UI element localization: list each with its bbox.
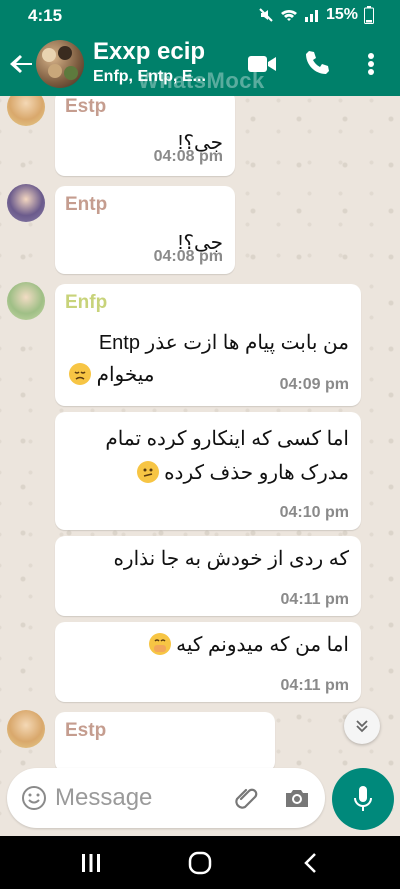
- message-text: اما کسی که اینکارو کرده تمام: [105, 428, 349, 450]
- back-nav-button[interactable]: [298, 850, 324, 876]
- camera-button[interactable]: [283, 784, 311, 812]
- status-time: 4:15: [28, 6, 63, 25]
- message-bubble[interactable]: Estp: [55, 712, 275, 772]
- system-nav-bar: [0, 836, 400, 889]
- message-text-2: میخوام: [96, 364, 155, 386]
- message-text-2: مدرک هارو حذف کرده: [164, 462, 349, 484]
- chat-title: Exxp ecip: [93, 38, 206, 65]
- message-text: اما من که میدونم کیه: [176, 634, 349, 656]
- video-call-icon: [248, 56, 276, 72]
- video-call-button[interactable]: [246, 48, 278, 80]
- disappointed-face-icon: [69, 363, 91, 385]
- chat-messages[interactable]: Estp جی؟! 04:08 pm Entp جی؟! 04:08 pm En…: [0, 96, 400, 836]
- signal-icon: [304, 10, 318, 22]
- wifi-icon: [280, 9, 297, 21]
- paperclip-icon: [235, 788, 258, 809]
- group-avatar[interactable]: [36, 40, 84, 88]
- chat-header: Exxp ecip Enfp, Entp, E... WhatsMock: [0, 32, 400, 96]
- message-time: 04:11 pm: [280, 591, 349, 608]
- mute-icon: [259, 8, 273, 22]
- chevron-double-down-icon: [356, 720, 368, 733]
- message-text: من بابت پیام ها ازت عذر Entp: [98, 332, 349, 354]
- message-bubble[interactable]: اما من که میدونم کیه 04:11 pm: [55, 622, 361, 702]
- sender-name: Estp: [65, 720, 107, 741]
- message-text: که ردی از خودش به جا نذاره: [113, 548, 349, 570]
- avatar-enfp[interactable]: [7, 282, 45, 320]
- compose-bar: [7, 768, 325, 828]
- message-bubble[interactable]: Estp جی؟! 04:08 pm: [55, 96, 235, 176]
- message-time: 04:08 pm: [153, 248, 223, 265]
- message-text-line: مدرک هارو حذف کرده: [136, 458, 349, 488]
- confused-face-icon: [136, 461, 159, 483]
- avatar-estp[interactable]: [7, 96, 45, 126]
- sender-name: Estp: [65, 96, 107, 117]
- arrow-left-icon: [10, 55, 32, 73]
- message-time: 04:11 pm: [280, 677, 349, 694]
- message-time: 04:10 pm: [279, 504, 349, 521]
- scroll-to-bottom-button[interactable]: [344, 708, 380, 744]
- battery-icon: [364, 6, 374, 24]
- sender-name: Enfp: [65, 292, 108, 313]
- message-bubble[interactable]: اما کسی که اینکارو کرده تمام مدرک هارو ح…: [55, 412, 361, 530]
- voice-call-button[interactable]: [302, 48, 334, 80]
- message-text-line: میخوام: [69, 360, 155, 390]
- voice-message-button[interactable]: [332, 768, 394, 830]
- camera-icon: [286, 790, 308, 807]
- message-time: 04:08 pm: [153, 148, 223, 165]
- status-bar: 4:15 15%: [0, 0, 400, 32]
- chevron-left-icon: [304, 853, 316, 873]
- message-time: 04:09 pm: [279, 376, 349, 393]
- recents-icon: [82, 854, 100, 872]
- more-options-button[interactable]: [357, 48, 385, 80]
- more-vertical-icon: [368, 53, 374, 75]
- message-bubble[interactable]: Entp جی؟! 04:08 pm: [55, 186, 235, 274]
- battery-percent: 15%: [325, 6, 358, 23]
- emoji-icon: [22, 786, 46, 810]
- message-bubble[interactable]: Enfp من بابت پیام ها ازت عذر Entp میخوام…: [55, 284, 361, 406]
- message-input[interactable]: [55, 782, 225, 814]
- attach-button[interactable]: [233, 784, 261, 812]
- back-button[interactable]: [8, 50, 36, 78]
- sender-name: Entp: [65, 194, 108, 215]
- home-icon: [188, 851, 212, 875]
- avatar-estp[interactable]: [7, 710, 45, 748]
- phone-icon: [306, 51, 329, 74]
- message-bubble[interactable]: که ردی از خودش به جا نذاره 04:11 pm: [55, 536, 361, 616]
- hand-over-mouth-face-icon: [148, 633, 171, 655]
- microphone-icon: [354, 786, 372, 811]
- home-button[interactable]: [187, 850, 213, 876]
- recents-button[interactable]: [78, 850, 104, 876]
- emoji-button[interactable]: [21, 785, 47, 811]
- status-icons: 15%: [258, 6, 374, 24]
- message-text-line: اما من که میدونم کیه: [148, 630, 349, 660]
- avatar-entp[interactable]: [7, 184, 45, 222]
